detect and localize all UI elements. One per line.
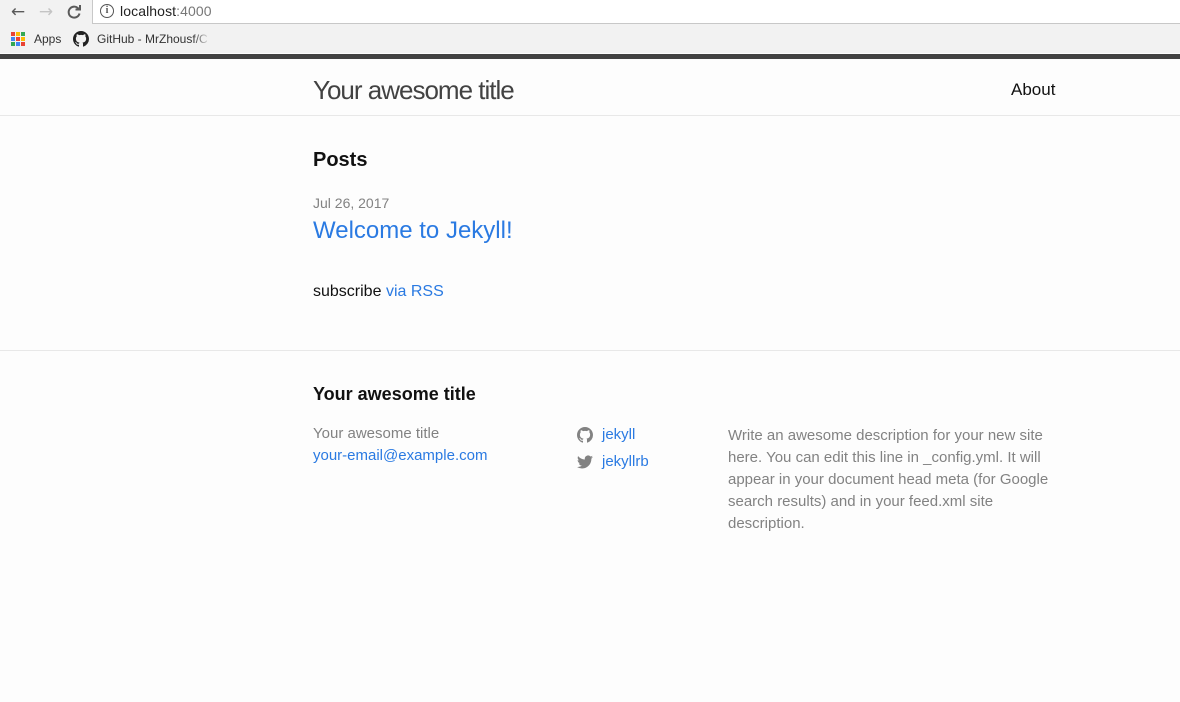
bookmarks-bar: Apps GitHub - MrZhousf/C — [0, 25, 1180, 53]
rss-subscribe: subscribe via RSS — [313, 283, 444, 301]
github-icon[interactable] — [73, 31, 89, 47]
reload-icon[interactable] — [64, 2, 84, 22]
posts-heading: Posts — [313, 149, 368, 171]
nav-link-about[interactable]: About — [1011, 80, 1055, 100]
bookmark-apps[interactable]: Apps — [34, 32, 61, 46]
bookmark-github[interactable]: GitHub - MrZhousf/C — [97, 32, 210, 46]
github-username: jekyll — [602, 426, 636, 443]
twitter-icon — [577, 455, 593, 469]
site-header: Your awesome title About — [0, 54, 1180, 116]
twitter-username: jekyllrb — [602, 453, 649, 470]
site-title[interactable]: Your awesome title — [313, 75, 515, 106]
post-date: Jul 26, 2017 — [313, 195, 390, 211]
post-title-link[interactable]: Welcome to Jekyll! — [313, 217, 513, 245]
footer-heading: Your awesome title — [313, 384, 476, 404]
site-footer: Your awesome title Your awesome title yo… — [0, 350, 1180, 702]
address-bar[interactable]: i localhost:4000 — [92, 0, 1180, 24]
browser-toolbar: ← → i localhost:4000 — [0, 0, 1180, 25]
footer-email-link[interactable]: your-email@example.com — [313, 447, 487, 464]
back-arrow-icon[interactable]: ← — [8, 2, 28, 22]
apps-grid-icon[interactable] — [11, 32, 25, 46]
url-text[interactable]: localhost:4000 — [120, 3, 212, 19]
subscribe-text: subscribe — [313, 283, 382, 300]
rss-link[interactable]: via RSS — [386, 283, 444, 300]
forward-arrow-icon[interactable]: → — [36, 2, 56, 22]
github-icon — [577, 427, 593, 443]
footer-site-name: Your awesome title — [313, 425, 440, 442]
info-icon[interactable]: i — [100, 4, 114, 18]
site-description: Write an awesome description for your ne… — [728, 427, 1049, 532]
